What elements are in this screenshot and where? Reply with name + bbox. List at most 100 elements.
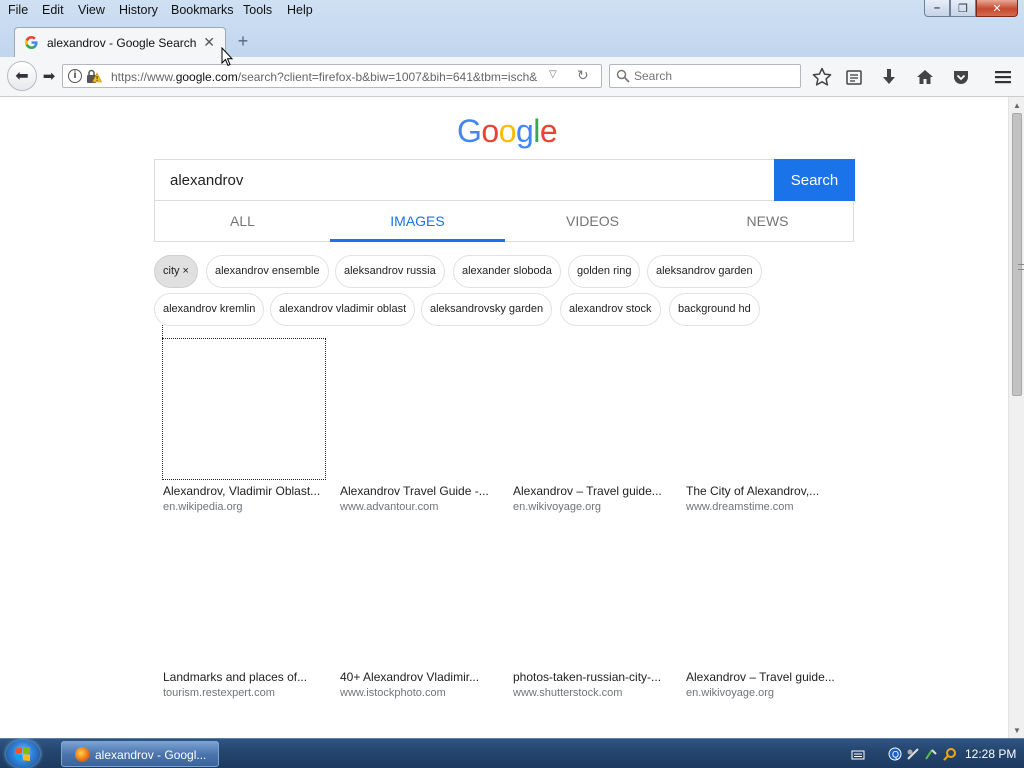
image-result[interactable]: The City of Alexandrov,... www.dreamstim… [686,484,851,513]
image-result[interactable]: Alexandrov Travel Guide -... www.advanto… [340,484,505,513]
url-dropdown-icon[interactable]: ▽ [549,69,557,80]
image-result-site: tourism.restexpert.com [163,687,275,699]
close-window-button[interactable]: ✕ [976,0,1018,17]
filter-chip[interactable]: aleksandrovsky garden [421,293,553,326]
menu-bar: File Edit View History Bookmarks Tools H… [0,0,1024,22]
image-result-title[interactable]: Alexandrov – Travel guide... [686,670,851,684]
filter-chip[interactable]: alexandrov kremlin [154,293,265,326]
scroll-up-icon[interactable]: ▲ [1013,101,1021,110]
menu-help[interactable]: Help [287,3,313,17]
taskbar-firefox-window[interactable]: alexandrov - Googl... [61,741,219,767]
menu-bookmarks[interactable]: Bookmarks [171,3,234,17]
filter-chip[interactable]: golden ring [568,255,641,288]
tab-images[interactable]: IMAGES [330,213,505,229]
back-arrow-icon: ⬅ [15,68,29,85]
browser-window-chrome: File Edit View History Bookmarks Tools H… [0,0,1024,97]
image-result[interactable]: Alexandrov, Vladimir Oblast... en.wikipe… [163,484,328,513]
bookmark-star-icon[interactable] [811,66,833,88]
scrollbar-thumb[interactable] [1012,113,1024,396]
back-button[interactable]: ⬅ [7,61,37,91]
forward-button[interactable]: ➡ [38,67,60,85]
image-result[interactable]: 40+ Alexandrov Vladimir... www.istockpho… [340,670,505,699]
system-clock[interactable]: 12:28 PM [965,747,1016,761]
hamburger-menu-icon[interactable] [992,66,1014,88]
tab-close-icon[interactable]: ✕ [203,34,215,51]
search-button[interactable]: Search [774,159,855,201]
download-icon[interactable] [878,66,900,88]
home-icon[interactable] [914,66,936,88]
filter-chip[interactable]: alexandrov vladimir oblast [270,293,416,326]
minimize-button[interactable]: – [924,0,950,17]
google-search-form: alexandrov Search [154,159,855,201]
image-result-site: www.advantour.com [340,501,439,513]
menu-edit[interactable]: Edit [42,3,64,17]
keyboard-tray-icon[interactable] [851,747,865,761]
scroll-down-icon[interactable]: ▼ [1013,726,1021,735]
menu-tools[interactable]: Tools [243,3,272,17]
firefox-icon [75,747,90,762]
filter-chip[interactable]: alexander sloboda [453,255,561,288]
browser-search-input[interactable] [634,69,794,83]
menu-file[interactable]: File [8,3,28,17]
image-thumbnail-focused[interactable] [162,338,326,480]
quicktime-tray-icon[interactable]: Q [888,747,902,761]
image-result-title[interactable]: Alexandrov Travel Guide -... [340,484,505,498]
filter-chip[interactable]: alexandrov stock [560,293,661,326]
windows-start-button[interactable] [6,740,40,768]
active-tab-indicator [330,239,505,242]
image-result-title[interactable]: 40+ Alexandrov Vladimir... [340,670,505,684]
google-logo[interactable]: Google [457,113,558,150]
page-scrollbar[interactable]: ▲ ▼ [1008,97,1024,738]
maximize-button[interactable]: ❐ [950,0,976,17]
filter-chip[interactable]: background hd [669,293,760,326]
mouse-cursor-icon [221,47,233,67]
new-tab-button[interactable]: + [233,31,253,51]
image-result-title[interactable]: photos-taken-russian-city-... [513,670,678,684]
google-favicon-icon [25,36,38,49]
scrollbar-grip [1018,264,1024,270]
search-type-tabs: ALL IMAGES VIDEOS NEWS [154,201,854,242]
image-result-site: www.dreamstime.com [686,501,794,513]
pocket-icon[interactable] [950,66,972,88]
image-result-site: www.shutterstock.com [513,687,623,699]
filter-chip[interactable]: aleksandrov garden [647,255,762,288]
search-icon [616,69,630,83]
image-result-title[interactable]: The City of Alexandrov,... [686,484,851,498]
image-result[interactable]: Alexandrov – Travel guide... en.wikivoya… [686,670,851,699]
windows-start-icon [16,747,30,761]
web-page-content: Google alexandrov Search ALL IMAGES VIDE… [0,97,1008,738]
search-query-input[interactable]: alexandrov [170,172,243,189]
menu-view[interactable]: View [78,3,105,17]
info-icon[interactable]: i [68,69,82,83]
image-result-site: en.wikipedia.org [163,501,243,513]
window-controls: – ❐ ✕ [924,0,1018,18]
navigation-toolbar: ⬅ ➡ i https://www.google.com/search?clie… [0,57,1024,97]
image-result[interactable]: Alexandrov – Travel guide... en.wikivoya… [513,484,678,513]
filter-chip[interactable]: aleksandrov russia [335,255,445,288]
browser-tab-active[interactable]: alexandrov - Google Search ✕ [14,27,226,57]
network-tray-icon[interactable] [906,747,920,761]
tab-all[interactable]: ALL [155,213,330,229]
tab-title: alexandrov - Google Search [47,36,197,50]
forward-arrow-icon: ➡ [42,68,56,85]
filter-chip[interactable]: alexandrov ensemble [206,255,329,288]
url-bar[interactable]: i https://www.google.com/search?client=f… [62,64,602,88]
image-result[interactable]: Landmarks and places of... tourism.reste… [163,670,328,699]
taskbar-window-label: alexandrov - Googl... [95,748,207,762]
filter-chip-city[interactable]: city × [154,255,198,288]
image-result-title[interactable]: Alexandrov – Travel guide... [513,484,678,498]
image-result-site: en.wikivoyage.org [686,687,775,699]
image-result-title[interactable]: Alexandrov, Vladimir Oblast... [163,484,328,498]
image-result[interactable]: photos-taken-russian-city-... www.shutte… [513,670,678,699]
menu-history[interactable]: History [119,3,158,17]
search-tray-icon[interactable] [943,747,957,761]
power-tray-icon[interactable] [924,747,938,761]
windows-taskbar: alexandrov - Googl... Q 12:28 PM [0,738,1024,768]
lock-warning-icon[interactable] [86,69,102,84]
reading-list-icon[interactable] [843,66,865,88]
tab-news[interactable]: NEWS [680,213,855,229]
browser-search-box[interactable] [609,64,801,88]
tab-videos[interactable]: VIDEOS [505,213,680,229]
reload-icon[interactable]: ↻ [577,67,589,84]
image-result-title[interactable]: Landmarks and places of... [163,670,328,684]
